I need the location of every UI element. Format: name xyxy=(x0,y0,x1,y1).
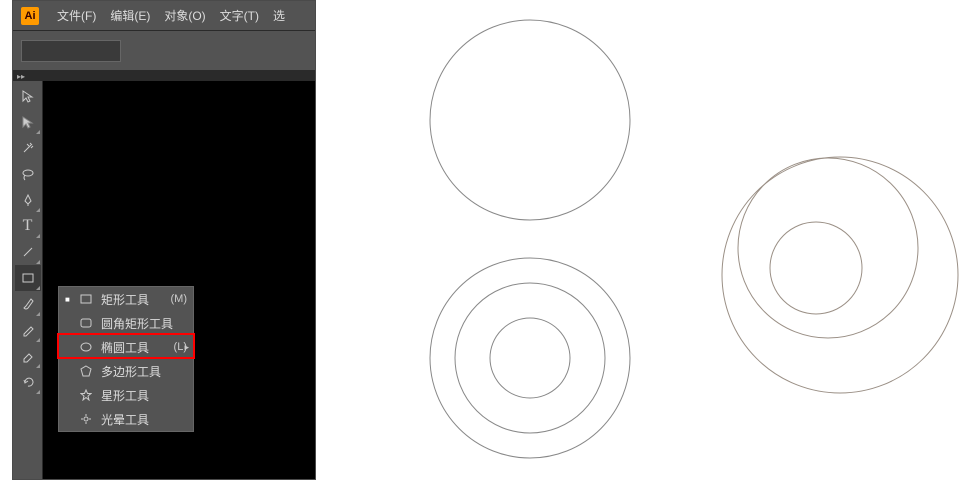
brush-icon xyxy=(21,297,35,311)
flyout-label: 椭圆工具 xyxy=(101,339,166,356)
rectangle-tool[interactable] xyxy=(15,265,41,291)
flyout-label: 星形工具 xyxy=(101,387,187,404)
pencil-tool[interactable] xyxy=(15,317,41,343)
ellipse-icon xyxy=(79,340,93,354)
tools-panel: T xyxy=(13,81,43,479)
menu-select[interactable]: 选 xyxy=(273,7,285,24)
flyout-label: 圆角矩形工具 xyxy=(101,315,187,332)
menubar: 文件(F) 编辑(E) 对象(O) 文字(T) 选 xyxy=(57,7,285,24)
line-icon xyxy=(21,245,35,259)
menu-text[interactable]: 文字(T) xyxy=(220,7,259,24)
wand-icon xyxy=(21,141,35,155)
flyout-label: 矩形工具 xyxy=(101,291,163,308)
lasso-tool[interactable] xyxy=(15,161,41,187)
rectangle-icon xyxy=(21,271,35,285)
flyout-shortcut: (M) xyxy=(171,293,188,305)
flyout-item-rectangle[interactable]: ■ 矩形工具 (M) xyxy=(59,287,193,311)
selection-tool[interactable] xyxy=(15,83,41,109)
menu-object[interactable]: 对象(O) xyxy=(164,7,205,24)
rotate-tool[interactable] xyxy=(15,369,41,395)
pen-icon xyxy=(21,193,35,207)
star-icon xyxy=(79,388,93,402)
tab-chevron-icon[interactable]: ▸▸ xyxy=(17,72,25,81)
app-logo-icon: Ai xyxy=(21,7,39,25)
flare-icon xyxy=(79,412,93,426)
selected-bullet-icon: ■ xyxy=(65,295,71,304)
pencil-icon xyxy=(21,323,35,337)
titlebar: Ai 文件(F) 编辑(E) 对象(O) 文字(T) 选 xyxy=(13,1,315,31)
lasso-icon xyxy=(21,167,35,181)
flyout-item-star[interactable]: 星形工具 xyxy=(59,383,193,407)
flyout-item-rounded-rect[interactable]: 圆角矩形工具 xyxy=(59,311,193,335)
menu-edit[interactable]: 编辑(E) xyxy=(110,7,150,24)
circles-svg xyxy=(340,0,970,500)
pen-tool[interactable] xyxy=(15,187,41,213)
flyout-submenu-arrow-icon: ▸ xyxy=(184,342,189,353)
flyout-item-flare[interactable]: 光晕工具 xyxy=(59,407,193,431)
flyout-item-ellipse[interactable]: 椭圆工具 (L) ▸ xyxy=(59,335,193,359)
rounded-rect-icon xyxy=(79,316,93,330)
type-tool[interactable]: T xyxy=(15,213,41,239)
line-tool[interactable] xyxy=(15,239,41,265)
eraser-icon xyxy=(21,349,35,363)
menu-file[interactable]: 文件(F) xyxy=(57,7,96,24)
shape-tool-flyout: ■ 矩形工具 (M) 圆角矩形工具 椭圆工具 (L) ▸ 多边形工具 星形工具 … xyxy=(58,286,194,432)
direct-selection-tool[interactable] xyxy=(15,109,41,135)
rect-icon xyxy=(79,292,93,306)
flyout-label: 多边形工具 xyxy=(101,363,187,380)
arrow-icon xyxy=(21,89,35,103)
flyout-label: 光晕工具 xyxy=(101,411,187,428)
magic-wand-tool[interactable] xyxy=(15,135,41,161)
brush-tool[interactable] xyxy=(15,291,41,317)
flyout-item-polygon[interactable]: 多边形工具 xyxy=(59,359,193,383)
example-shapes xyxy=(340,0,970,500)
control-field[interactable] xyxy=(21,40,121,62)
eraser-tool[interactable] xyxy=(15,343,41,369)
rotate-icon xyxy=(21,375,35,389)
polygon-icon xyxy=(79,364,93,378)
control-bar xyxy=(13,31,315,71)
white-arrow-icon xyxy=(21,115,35,129)
tab-strip: ▸▸ xyxy=(13,71,315,81)
